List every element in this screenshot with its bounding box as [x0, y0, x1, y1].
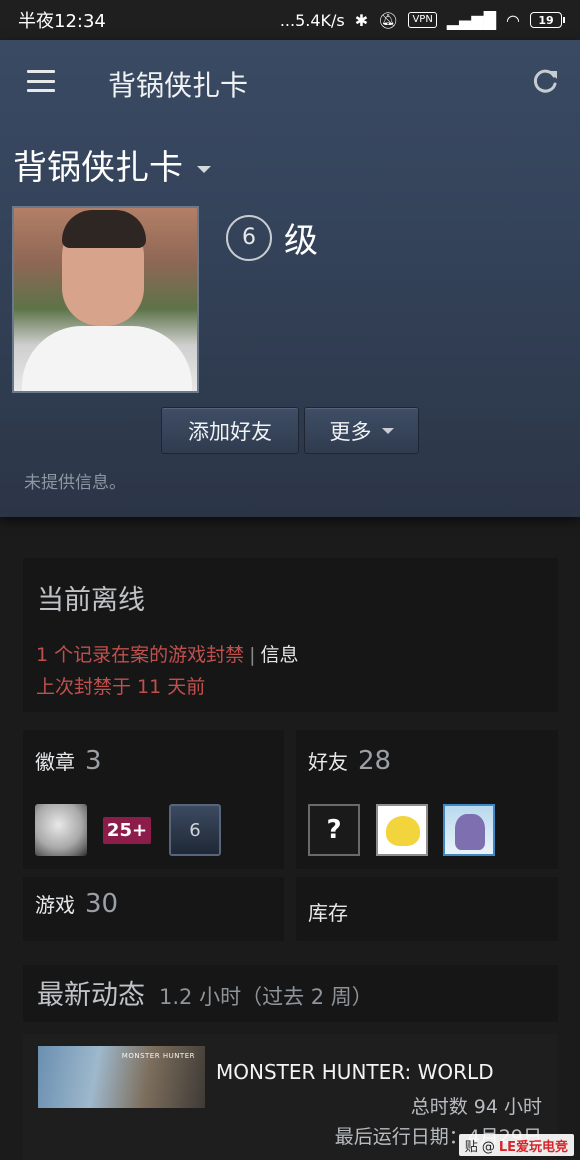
games-header: 游戏 30 — [35, 889, 118, 919]
badge-coin-icon[interactable] — [35, 804, 87, 856]
persona-name-dropdown[interactable]: 背锅侠扎卡 — [13, 140, 211, 189]
persona-name: 背锅侠扎卡 — [13, 148, 183, 188]
signal-icon: ▂▄▆█ — [446, 10, 497, 30]
avatar — [12, 206, 199, 393]
ban-record-line: 1 个记录在案的游戏封禁 | 信息 — [36, 640, 299, 667]
games-count: 30 — [85, 889, 119, 919]
friend-avatar-anime[interactable] — [443, 804, 495, 856]
recent-activity-hours: 1.2 小时（过去 2 周） — [159, 985, 373, 1009]
badge-years-label: 25+ — [102, 816, 152, 844]
game-name: MONSTER HUNTER: WORLD — [216, 1060, 494, 1084]
network-speed: ...5.4K/s — [279, 10, 345, 30]
battery-icon: 19 — [530, 12, 565, 28]
friend-avatar-pikachu[interactable] — [376, 804, 428, 856]
badges-count: 3 — [85, 746, 102, 776]
app-bar-title: 背锅侠扎卡 — [108, 69, 249, 102]
games-label: 游戏 — [35, 893, 75, 917]
vpn-icon: VPN — [408, 12, 437, 28]
badges-panel[interactable]: 徽章 3 25+ 6 — [23, 730, 284, 869]
badge-years-icon[interactable]: 25+ — [101, 804, 153, 856]
friends-panel[interactable]: 好友 28 ? — [296, 730, 558, 869]
more-button[interactable]: 更多 — [304, 407, 419, 454]
watermark-logo: 贴 @ LE爱玩电竞 — [458, 1134, 574, 1156]
ban-record: 1 个记录在案的游戏封禁 — [36, 644, 245, 666]
watermark-brand: LE爱玩电竞 — [498, 1139, 568, 1155]
recent-activity-panel: 最新动态 1.2 小时（过去 2 周） — [23, 965, 558, 1022]
profile-summary: 未提供信息。 — [24, 473, 126, 493]
profile-header: 背锅侠扎卡 背锅侠扎卡 6 级 添加好友 更多 未提供信息。 — [0, 40, 580, 517]
game-capsule-image[interactable]: MONSTER HUNTER — [38, 1046, 205, 1108]
game-capsule-text: MONSTER HUNTER — [121, 1052, 195, 1060]
badges-header: 徽章 3 — [35, 746, 102, 776]
online-status: 当前离线 — [37, 585, 145, 616]
badges-label: 徽章 — [35, 750, 75, 774]
chevron-down-icon — [381, 427, 394, 434]
add-friend-button[interactable]: 添加好友 — [161, 407, 299, 454]
ban-separator: | — [249, 644, 256, 666]
status-bar: 半夜12:34 ...5.4K/s ✱ 🔕︎ VPN ▂▄▆█ ◠ 19 — [0, 0, 580, 40]
wifi-icon: ◠ — [506, 10, 520, 30]
level-label: 级 — [284, 221, 318, 261]
friends-label: 好友 — [308, 750, 348, 774]
ban-info-link[interactable]: 信息 — [261, 644, 299, 666]
friends-count: 28 — [358, 746, 392, 776]
status-icons: ...5.4K/s ✱ 🔕︎ VPN ▂▄▆█ ◠ 19 — [279, 10, 565, 30]
watermark-left: 贴 @ — [464, 1139, 495, 1155]
recent-activity-header: 最新动态 1.2 小时（过去 2 周） — [37, 973, 373, 1012]
inventory-label: 库存 — [308, 901, 348, 925]
game-total-hours: 总时数 94 小时 — [410, 1096, 542, 1118]
inventory-panel[interactable]: 库存 — [296, 877, 558, 941]
badge-level-icon[interactable]: 6 — [169, 804, 221, 856]
recent-activity-title: 最新动态 — [37, 980, 145, 1011]
status-panel: 当前离线 1 个记录在案的游戏封禁 | 信息 上次封禁于 11 天前 — [23, 558, 558, 712]
refresh-icon[interactable] — [530, 66, 560, 96]
more-label: 更多 — [329, 419, 372, 444]
mute-icon: 🔕︎ — [378, 10, 399, 30]
level-badge: 6 — [226, 214, 272, 261]
app-bar: 背锅侠扎卡 — [0, 40, 580, 124]
friend-avatar-unknown[interactable]: ? — [308, 804, 360, 856]
friends-header: 好友 28 — [308, 746, 391, 776]
bluetooth-icon: ✱ — [354, 10, 369, 30]
add-friend-label: 添加好友 — [188, 419, 272, 444]
games-panel[interactable]: 游戏 30 — [23, 877, 284, 941]
clock: 半夜12:34 — [18, 11, 106, 32]
profile-level: 6 级 — [226, 213, 318, 262]
last-ban: 上次封禁于 11 天前 — [36, 676, 206, 698]
hamburger-menu-icon[interactable] — [27, 70, 55, 92]
chevron-down-icon — [197, 166, 211, 173]
